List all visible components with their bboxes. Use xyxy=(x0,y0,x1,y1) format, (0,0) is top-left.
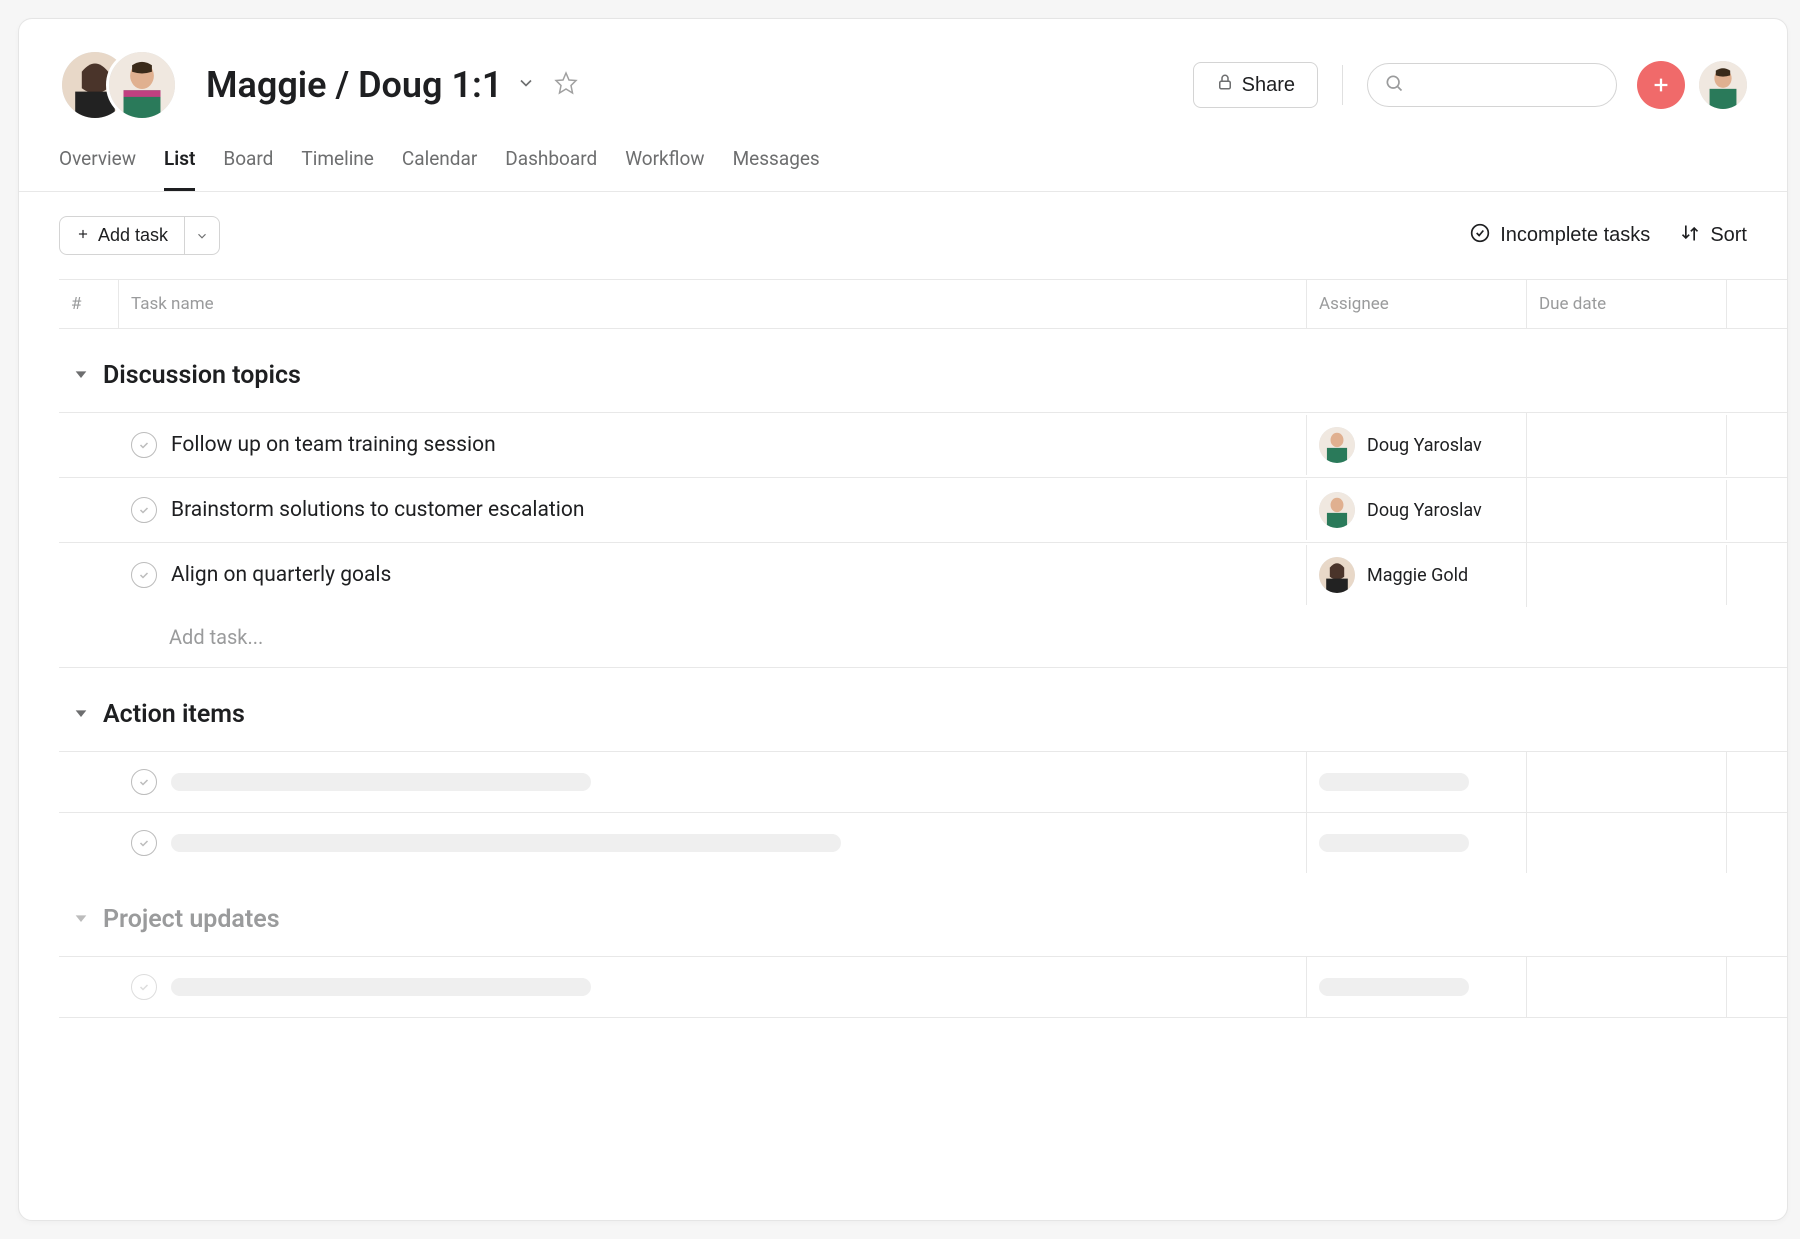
share-label: Share xyxy=(1242,74,1295,97)
avatar-icon xyxy=(1319,557,1355,593)
assignee-name: Doug Yaroslav xyxy=(1367,500,1482,521)
task-name: Follow up on team training session xyxy=(171,433,496,457)
add-task-inline[interactable]: Add task... xyxy=(59,607,1787,668)
col-num: # xyxy=(59,280,119,328)
avatar-icon xyxy=(1319,427,1355,463)
filter-incomplete[interactable]: Incomplete tasks xyxy=(1470,223,1650,249)
task-row[interactable]: Follow up on team training session Doug … xyxy=(59,412,1787,477)
due-date-cell[interactable] xyxy=(1527,480,1727,540)
assignee-cell[interactable]: Doug Yaroslav xyxy=(1307,478,1527,542)
filter-label: Incomplete tasks xyxy=(1500,224,1650,247)
due-date-cell[interactable] xyxy=(1527,415,1727,475)
placeholder-text xyxy=(171,978,591,996)
task-row[interactable]: Align on quarterly goals Maggie Gold xyxy=(59,542,1787,607)
avatar-icon xyxy=(1319,492,1355,528)
sort-label: Sort xyxy=(1710,224,1747,247)
toolbar: Add task Incomplete tasks Sort xyxy=(19,192,1787,279)
due-date-cell[interactable] xyxy=(1527,545,1727,605)
section-header-discussion[interactable]: Discussion topics xyxy=(59,329,1787,412)
add-task-combo: Add task xyxy=(59,216,220,255)
complete-checkbox[interactable] xyxy=(131,974,157,1000)
app-window: Maggie / Doug 1:1 Share Overv xyxy=(18,18,1788,1221)
add-task-label: Add task xyxy=(98,225,168,246)
avatar-doug xyxy=(106,49,178,121)
complete-checkbox[interactable] xyxy=(131,562,157,588)
tab-list[interactable]: List xyxy=(164,147,195,191)
caret-down-icon xyxy=(73,705,89,725)
tab-dashboard[interactable]: Dashboard xyxy=(505,147,597,191)
assignee-name: Doug Yaroslav xyxy=(1367,435,1482,456)
tab-overview[interactable]: Overview xyxy=(59,147,136,191)
add-task-dropdown[interactable] xyxy=(185,216,220,255)
user-avatar[interactable] xyxy=(1699,61,1747,109)
col-due-date[interactable]: Due date xyxy=(1527,280,1727,328)
add-task-button[interactable]: Add task xyxy=(59,216,185,255)
col-assignee[interactable]: Assignee xyxy=(1307,280,1527,328)
task-name: Brainstorm solutions to customer escalat… xyxy=(171,498,584,522)
tab-calendar[interactable]: Calendar xyxy=(402,147,477,191)
chevron-down-icon xyxy=(195,229,209,243)
assignee-cell[interactable]: Maggie Gold xyxy=(1307,543,1527,607)
placeholder-assignee xyxy=(1319,773,1469,791)
column-header: # Task name Assignee Due date xyxy=(59,279,1787,329)
sort-button[interactable]: Sort xyxy=(1680,223,1747,249)
complete-checkbox[interactable] xyxy=(131,432,157,458)
sort-icon xyxy=(1680,223,1700,249)
complete-checkbox[interactable] xyxy=(131,497,157,523)
placeholder-assignee xyxy=(1319,834,1469,852)
tab-workflow[interactable]: Workflow xyxy=(625,147,704,191)
section-title: Action items xyxy=(103,700,245,729)
assignee-cell[interactable]: Doug Yaroslav xyxy=(1307,413,1527,477)
title-dropdown[interactable] xyxy=(516,73,536,97)
header-divider xyxy=(1342,65,1343,105)
section-title: Project updates xyxy=(103,905,280,934)
tabs: Overview List Board Timeline Calendar Da… xyxy=(19,119,1787,192)
star-button[interactable] xyxy=(554,71,578,99)
task-row-placeholder[interactable] xyxy=(59,751,1787,812)
search-icon xyxy=(1384,73,1404,97)
plus-icon xyxy=(1650,74,1672,96)
col-add xyxy=(1727,280,1787,328)
header: Maggie / Doug 1:1 Share xyxy=(19,19,1787,119)
section-header-action[interactable]: Action items xyxy=(59,668,1787,751)
assignee-name: Maggie Gold xyxy=(1367,565,1468,586)
task-name: Align on quarterly goals xyxy=(171,563,391,587)
share-button[interactable]: Share xyxy=(1193,62,1318,108)
search-input[interactable] xyxy=(1414,75,1600,96)
complete-checkbox[interactable] xyxy=(131,769,157,795)
placeholder-assignee xyxy=(1319,978,1469,996)
project-avatar-pair xyxy=(59,49,178,121)
placeholder-text xyxy=(171,834,841,852)
sections: Discussion topics Follow up on team trai… xyxy=(19,329,1787,1018)
complete-checkbox[interactable] xyxy=(131,830,157,856)
lock-icon xyxy=(1216,73,1234,97)
section-title: Discussion topics xyxy=(103,361,301,390)
placeholder-text xyxy=(171,773,591,791)
task-row[interactable]: Brainstorm solutions to customer escalat… xyxy=(59,477,1787,542)
caret-down-icon xyxy=(73,910,89,930)
project-title: Maggie / Doug 1:1 xyxy=(206,64,502,106)
col-task-name[interactable]: Task name xyxy=(119,280,1307,328)
search-box[interactable] xyxy=(1367,63,1617,107)
tab-timeline[interactable]: Timeline xyxy=(301,147,374,191)
caret-down-icon xyxy=(73,366,89,386)
tab-messages[interactable]: Messages xyxy=(733,147,820,191)
plus-icon xyxy=(76,225,90,246)
tab-board[interactable]: Board xyxy=(223,147,273,191)
task-row-placeholder[interactable] xyxy=(59,812,1787,873)
task-row-placeholder[interactable] xyxy=(59,956,1787,1018)
section-header-project[interactable]: Project updates xyxy=(59,873,1787,956)
create-button[interactable] xyxy=(1637,61,1685,109)
check-circle-icon xyxy=(1470,223,1490,249)
